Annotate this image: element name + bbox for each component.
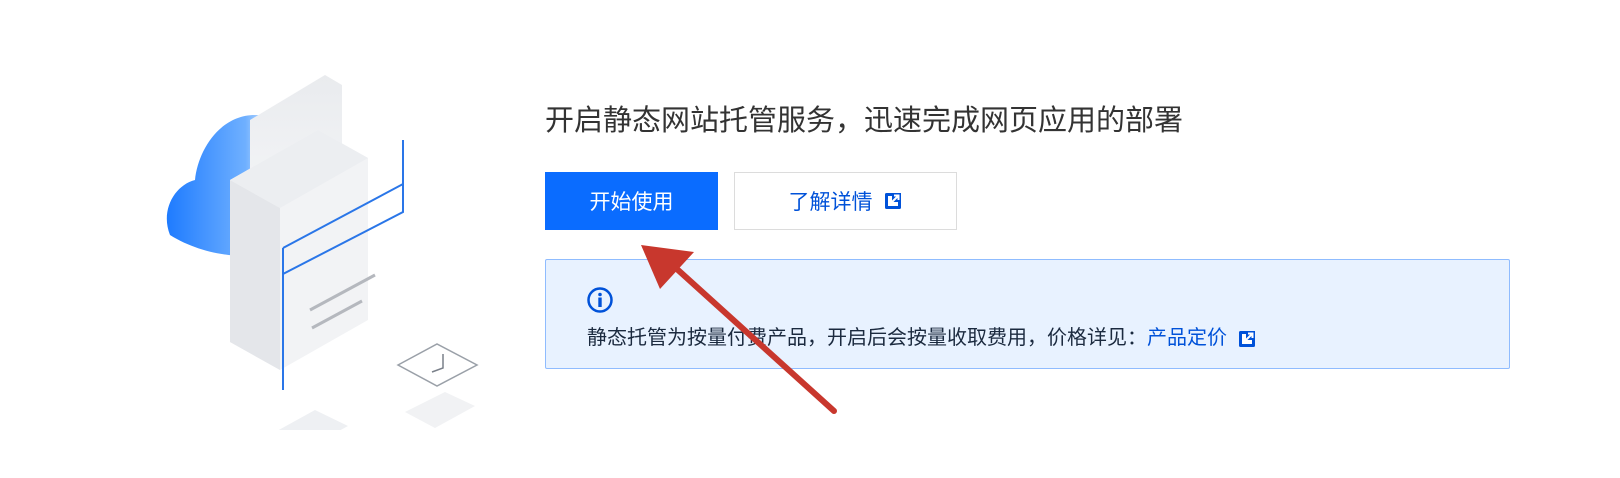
notice-text: 静态托管为按量付费产品，开启后会按量收取费用，价格详见： [587, 325, 1147, 349]
start-button[interactable]: 开始使用 [545, 172, 718, 230]
external-link-icon [1237, 327, 1257, 347]
learn-more-button[interactable]: 了解详情 [734, 172, 957, 230]
pricing-link[interactable]: 产品定价 [1147, 322, 1257, 352]
pricing-link-label: 产品定价 [1147, 325, 1227, 349]
learn-more-button-label: 了解详情 [788, 190, 873, 214]
notice-text-line: 静态托管为按量付费产品，开启后会按量收取费用，价格详见： 产品定价 [587, 322, 1257, 352]
info-icon [587, 287, 613, 313]
pricing-notice: 静态托管为按量付费产品，开启后会按量收取费用，价格详见： 产品定价 [545, 259, 1510, 369]
cloud-server-illustration [150, 60, 510, 474]
page-title: 开启静态网站托管服务，迅速完成网页应用的部署 [545, 103, 1184, 137]
external-link-icon [883, 191, 903, 211]
start-button-label: 开始使用 [589, 190, 674, 214]
